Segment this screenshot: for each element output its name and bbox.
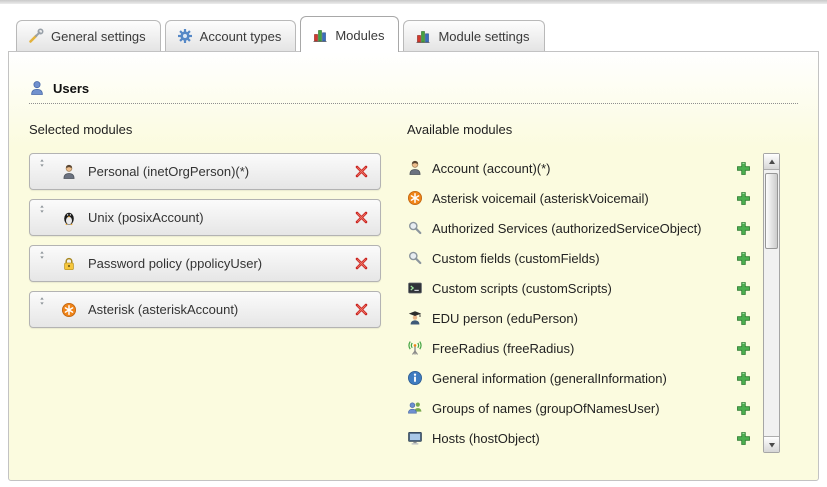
module-label: Custom fields (customFields) [432, 251, 600, 266]
available-module-row-hosts: Hosts (hostObject) [407, 423, 763, 453]
module-label: Unix (posixAccount) [88, 210, 354, 225]
available-modules-column: Available modules Account (account)(*) A… [407, 122, 806, 453]
chevron-up-icon [768, 158, 776, 166]
tux-penguin-icon [61, 210, 77, 226]
selected-module-row-password-policy[interactable]: Password policy (ppolicyUser) [29, 245, 381, 282]
available-module-row-groups-of-names: Groups of names (groupOfNamesUser) [407, 393, 763, 423]
info-icon [407, 370, 423, 386]
terminal-icon [407, 280, 423, 296]
module-label: Authorized Services (authorizedServiceOb… [432, 221, 702, 236]
selected-modules-column: Selected modules Personal (inetOrgPerson… [29, 122, 381, 453]
module-label: General information (generalInformation) [432, 371, 667, 386]
asterisk-icon [407, 190, 423, 206]
tab-account-types[interactable]: Account types [165, 20, 297, 51]
modules-panel: Users Selected modules Personal (inetOrg… [8, 51, 819, 481]
edu-person-icon [407, 310, 423, 326]
tab-module-settings[interactable]: Module settings [403, 20, 544, 51]
computer-icon [407, 430, 423, 446]
tab-general-settings[interactable]: General settings [16, 20, 161, 51]
scroll-down-icon[interactable] [764, 436, 779, 452]
tab-bar: General settings Account types Modules M… [0, 4, 827, 51]
available-module-row-general-information: General information (generalInformation) [407, 363, 763, 393]
module-label: Asterisk voicemail (asteriskVoicemail) [432, 191, 649, 206]
group-icon [407, 400, 423, 416]
tab-label: General settings [51, 29, 146, 44]
drag-handle-icon[interactable] [38, 200, 46, 213]
available-module-row-freeradius: FreeRadius (freeRadius) [407, 333, 763, 363]
tab-label: Module settings [438, 29, 529, 44]
remove-module-icon[interactable] [354, 210, 369, 225]
gear-icon [177, 28, 193, 44]
tab-label: Account types [200, 29, 282, 44]
module-label: EDU person (eduPerson) [432, 311, 578, 326]
tab-modules[interactable]: Modules [300, 16, 399, 52]
module-label: Groups of names (groupOfNamesUser) [432, 401, 660, 416]
module-label: Password policy (ppolicyUser) [88, 256, 354, 271]
available-module-row-edu-person: EDU person (eduPerson) [407, 303, 763, 333]
available-modules-list: Account (account)(*) Asterisk voicemail … [407, 153, 763, 453]
available-module-row-account: Account (account)(*) [407, 153, 763, 183]
add-module-icon[interactable] [736, 311, 751, 326]
add-module-icon[interactable] [736, 221, 751, 236]
chevron-down-icon [768, 441, 776, 449]
available-modules-heading: Available modules [407, 122, 806, 137]
tab-label: Modules [335, 28, 384, 43]
available-module-row-asterisk-voicemail: Asterisk voicemail (asteriskVoicemail) [407, 183, 763, 213]
person-icon [61, 164, 77, 180]
drag-handle-icon[interactable] [38, 292, 46, 305]
remove-module-icon[interactable] [354, 302, 369, 317]
add-module-icon[interactable] [736, 251, 751, 266]
add-module-icon[interactable] [736, 431, 751, 446]
add-module-icon[interactable] [736, 191, 751, 206]
drag-handle-icon[interactable] [38, 154, 46, 167]
module-label: Account (account)(*) [432, 161, 551, 176]
section-title: Users [53, 81, 89, 96]
add-module-icon[interactable] [736, 401, 751, 416]
scrollbar-thumb[interactable] [765, 173, 778, 249]
module-label: Personal (inetOrgPerson)(*) [88, 164, 354, 179]
add-module-icon[interactable] [736, 281, 751, 296]
magnifier-icon [407, 220, 423, 236]
available-module-row-custom-scripts: Custom scripts (customScripts) [407, 273, 763, 303]
scroll-up-icon[interactable] [764, 154, 779, 170]
selected-module-row-unix[interactable]: Unix (posixAccount) [29, 199, 381, 236]
user-icon [29, 80, 45, 96]
drag-handle-icon[interactable] [38, 246, 46, 259]
module-label: Custom scripts (customScripts) [432, 281, 612, 296]
section-heading-users: Users [29, 80, 798, 104]
chart-icon [415, 28, 431, 44]
lock-icon [61, 256, 77, 272]
remove-module-icon[interactable] [354, 256, 369, 271]
module-label: Asterisk (asteriskAccount) [88, 302, 354, 317]
selected-modules-heading: Selected modules [29, 122, 381, 137]
antenna-icon [407, 340, 423, 356]
add-module-icon[interactable] [736, 371, 751, 386]
person-icon [407, 160, 423, 176]
available-module-row-custom-fields: Custom fields (customFields) [407, 243, 763, 273]
selected-module-row-asterisk[interactable]: Asterisk (asteriskAccount) [29, 291, 381, 328]
available-module-row-authorized-services: Authorized Services (authorizedServiceOb… [407, 213, 763, 243]
asterisk-icon [61, 302, 77, 318]
remove-module-icon[interactable] [354, 164, 369, 179]
available-modules-scrollbar[interactable] [763, 153, 780, 453]
module-label: FreeRadius (freeRadius) [432, 341, 574, 356]
selected-module-row-personal[interactable]: Personal (inetOrgPerson)(*) [29, 153, 381, 190]
add-module-icon[interactable] [736, 161, 751, 176]
module-label: Hosts (hostObject) [432, 431, 540, 446]
add-module-icon[interactable] [736, 341, 751, 356]
chart-icon [312, 27, 328, 43]
tools-icon [28, 28, 44, 44]
magnifier-icon [407, 250, 423, 266]
